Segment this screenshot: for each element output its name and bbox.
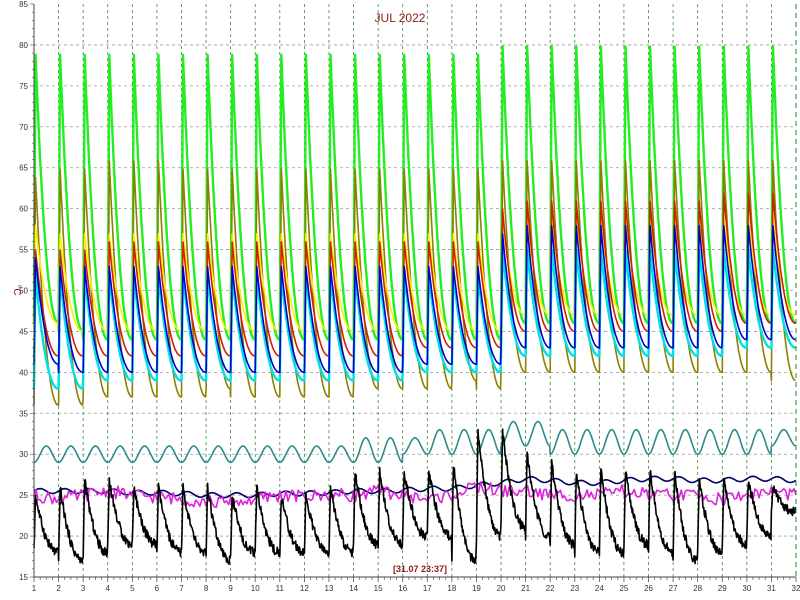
x-tick-label: 24 xyxy=(595,584,604,593)
x-tick-label: 8 xyxy=(204,584,209,593)
y-tick-label: 30 xyxy=(19,450,28,459)
x-tick-label: 1 xyxy=(32,584,37,593)
temperature-chart: 152025303540455055606570758085 123456789… xyxy=(0,0,800,600)
x-tick-label: 12 xyxy=(300,584,309,593)
y-tick-label: 75 xyxy=(19,82,28,91)
x-tick-label: 26 xyxy=(644,584,653,593)
x-tick-label: 27 xyxy=(669,584,678,593)
x-tick-label: 2 xyxy=(56,584,61,593)
timestamp-label: [31.07 23:37] xyxy=(393,564,447,574)
x-tick-label: 16 xyxy=(398,584,407,593)
x-tick-label: 6 xyxy=(155,584,160,593)
y-tick-label: 25 xyxy=(19,491,28,500)
chart-title: JUL 2022 xyxy=(375,11,426,25)
x-tick-label: 18 xyxy=(447,584,456,593)
x-tick-label: 14 xyxy=(349,584,358,593)
x-tick-label: 29 xyxy=(718,584,727,593)
x-tick-label: 20 xyxy=(497,584,506,593)
x-tick-label: 4 xyxy=(106,584,111,593)
x-tick-label: 23 xyxy=(570,584,579,593)
x-tick-label: 3 xyxy=(81,584,86,593)
y-tick-label: 65 xyxy=(19,164,28,173)
y-tick-label: 80 xyxy=(19,41,28,50)
y-tick-label: 15 xyxy=(19,573,28,582)
x-tick-label: 22 xyxy=(546,584,555,593)
x-tick-label: 25 xyxy=(619,584,628,593)
y-tick-label: 20 xyxy=(19,532,28,541)
x-tick-label: 9 xyxy=(228,584,233,593)
y-axis-label: °C xyxy=(11,284,22,295)
x-tick-label: 17 xyxy=(423,584,432,593)
y-tick-label: 70 xyxy=(19,123,28,132)
y-tick-label: 35 xyxy=(19,409,28,418)
y-tick-label: 45 xyxy=(19,327,28,336)
x-tick-label: 31 xyxy=(767,584,776,593)
y-tick-label: 40 xyxy=(19,368,28,377)
x-tick-label: 13 xyxy=(325,584,334,593)
y-tick-label: 55 xyxy=(19,246,28,255)
x-tick-label: 11 xyxy=(276,584,285,593)
y-tick-label: 60 xyxy=(19,205,28,214)
x-tick-label: 7 xyxy=(179,584,184,593)
x-tick-label: 28 xyxy=(693,584,702,593)
y-tick-label: 85 xyxy=(19,0,28,9)
x-tick-label: 15 xyxy=(374,584,383,593)
x-tick-label: 19 xyxy=(472,584,481,593)
x-tick-label: 10 xyxy=(251,584,260,593)
x-tick-label: 30 xyxy=(742,584,751,593)
x-tick-label: 21 xyxy=(521,584,530,593)
x-tick-label: 5 xyxy=(130,584,135,593)
x-tick-label: 32 xyxy=(792,584,800,593)
